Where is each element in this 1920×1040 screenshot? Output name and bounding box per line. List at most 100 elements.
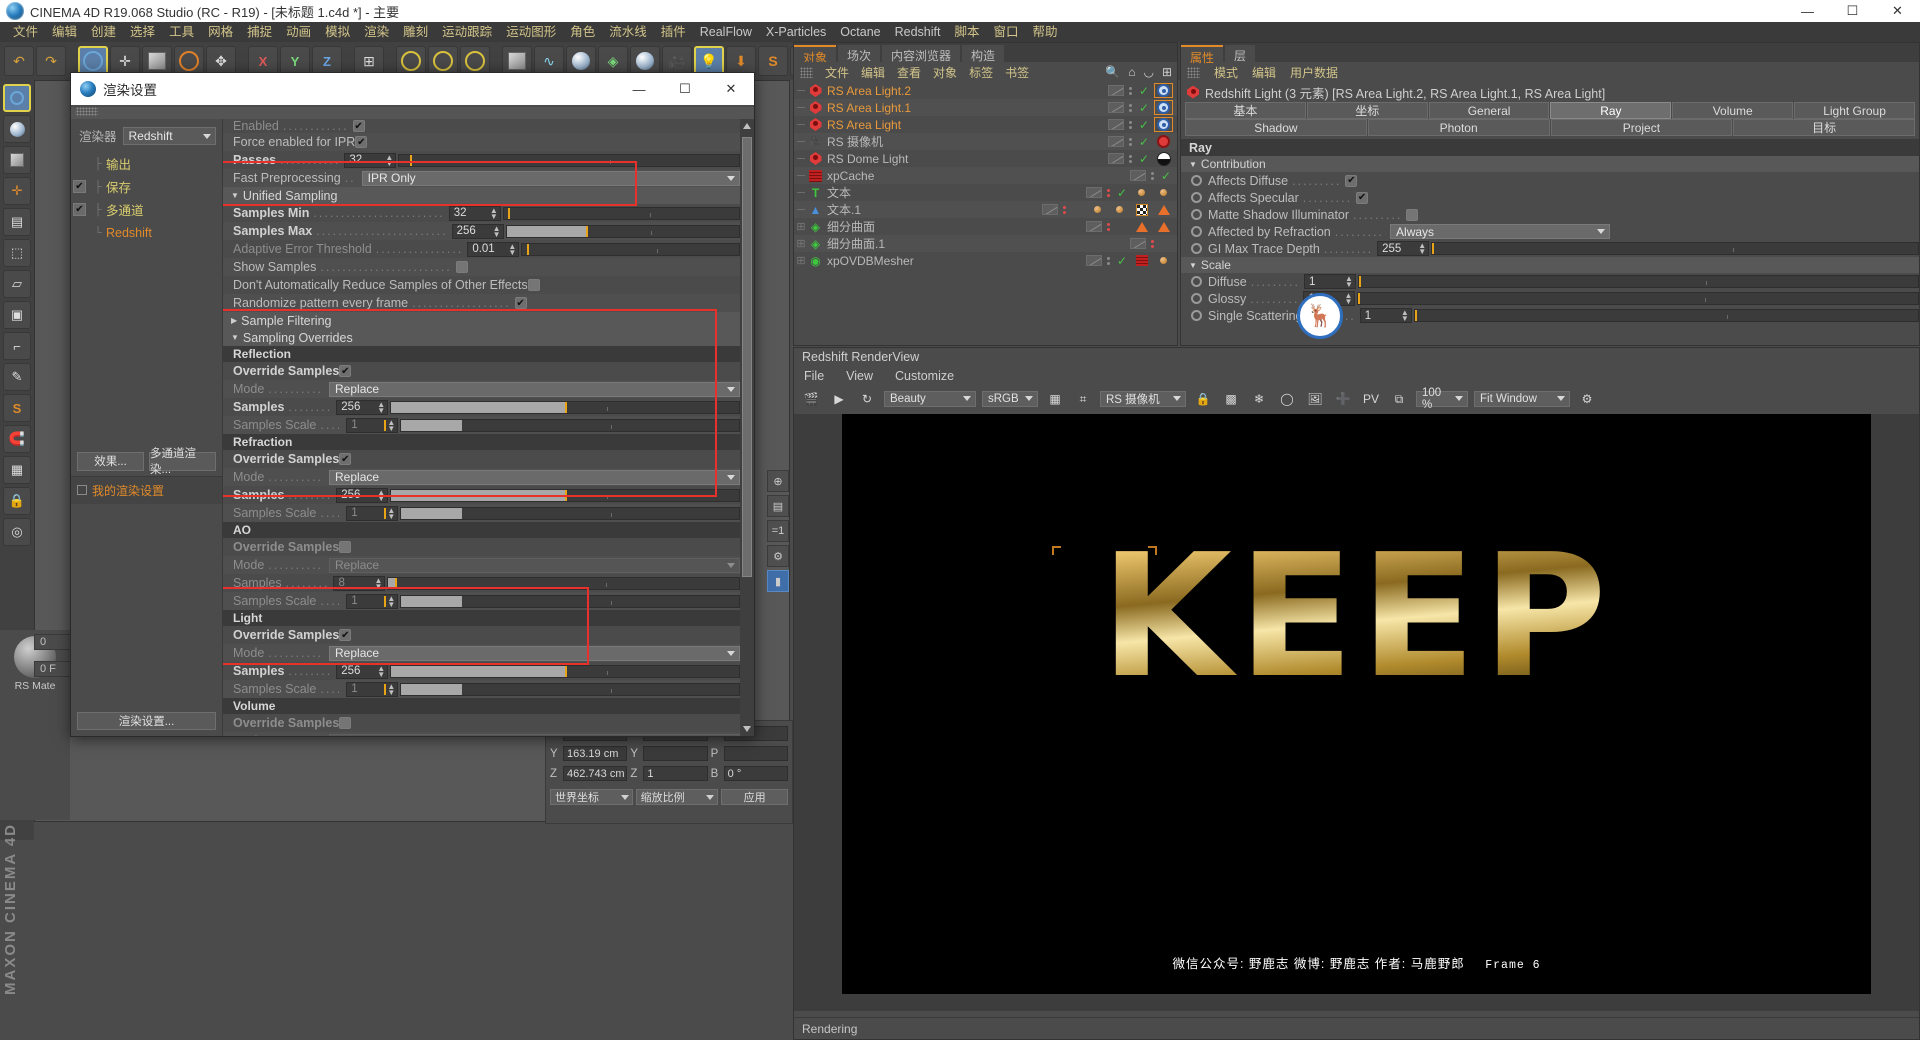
enable-checkmark-icon[interactable]: ✓ [1137,135,1151,149]
undo-button[interactable]: ↶ [4,46,34,76]
visibility-dots[interactable] [1107,256,1110,265]
settings-tree-checkbox-0[interactable] [73,157,86,170]
left-tool-brush[interactable]: ✎ [3,363,31,391]
lock-icon[interactable]: 🔒 [1192,389,1214,409]
rendered-image[interactable]: KEEP 微信公众号: 野鹿志 微博: 野鹿志 作者: 马鹿野郎 Frame 6 [842,414,1871,994]
setting-number-field[interactable]: 1 ▲▼ [346,505,399,521]
attribute-menu-1[interactable]: 编辑 [1252,64,1276,81]
object-manager-tab-3[interactable]: 构造 [962,45,1005,63]
beauty-select[interactable]: Beauty [884,391,976,407]
left-tool-texture[interactable] [3,115,31,143]
layer-swatch[interactable] [1086,187,1102,198]
object-tag-ring-selected[interactable] [1154,100,1173,115]
image-icon[interactable]: 🖼 [1304,389,1326,409]
setting-slider[interactable] [390,488,740,502]
radio-icon[interactable] [1191,192,1202,203]
object-tag-tri[interactable] [1154,219,1173,234]
object-row[interactable]: ─ ▲ 文本.1 [794,201,1177,218]
settings-tree-item-2[interactable]: ✔ ├ 多通道 [71,198,222,221]
rs-minimize-button[interactable]: — [616,73,662,105]
redo-button[interactable]: ↷ [36,46,66,76]
crop-icon[interactable]: ⌗ [1072,389,1094,409]
drag-handle-icon[interactable] [800,66,813,78]
setting-number-field[interactable]: 1 ▲▼ [346,417,399,433]
menu-item-1[interactable]: 编辑 [45,22,84,42]
settings-scrollbar[interactable] [740,119,754,736]
visibility-dots[interactable] [1107,222,1110,231]
setting-checkbox[interactable] [455,261,468,273]
setting-number-field[interactable]: 8 ▲ ▼ [333,575,386,591]
object-tag-ring-selected[interactable] [1154,83,1173,98]
scale-group-header[interactable]: ▼ Scale [1181,257,1919,273]
menu-item-16[interactable]: RealFlow [693,22,759,42]
object-tag-camera[interactable] [1154,134,1173,149]
left-tool-edges[interactable]: ▱ [3,270,31,298]
object-tag-ball[interactable] [1132,185,1151,200]
coord-apply-button[interactable]: 应用 [721,788,789,805]
grid2-icon[interactable]: ▩ [1220,389,1242,409]
spinner-icon[interactable]: ▲ ▼ [387,682,395,696]
menu-item-19[interactable]: Redshift [888,22,948,42]
setting-checkbox[interactable] [339,541,352,553]
attribute-subtab-light-group[interactable]: Light Group [1794,102,1915,119]
spinner-icon[interactable]: ▲ ▼ [387,418,395,432]
unified-sampling-group[interactable]: ▼ Unified Sampling [223,187,740,204]
enable-checkmark-icon[interactable]: ✓ [1137,101,1151,115]
zoom-select[interactable]: 100 % [1416,387,1468,411]
left-tool-axis[interactable]: ⌐ [3,332,31,360]
coord-y-rotation[interactable] [723,746,788,761]
object-list[interactable]: ─ RS Area Light.2 ✓ ─ RS Area Light.1 ✓ ─ RS Ar… [794,82,1177,345]
object-manager-menu-4[interactable]: 标签 [969,64,993,81]
left-tool-magnet[interactable]: 🧲 [3,425,31,453]
attribute-subtab-目标[interactable]: 目标 [1733,119,1915,136]
attribute-menu-2[interactable]: 用户数据 [1290,64,1338,81]
enable-checkmark-icon[interactable]: ✓ [1159,169,1173,183]
setting-slider[interactable] [521,242,740,256]
spinner-icon[interactable]: ▲ ▼ [377,664,385,678]
colorspace-select[interactable]: sRGB [982,391,1038,407]
circle-icon[interactable]: ◯ [1276,389,1298,409]
coord-z-size[interactable]: 1 [643,766,708,781]
menu-item-8[interactable]: 模拟 [318,22,357,42]
copy-icon[interactable]: ⧉ [1388,389,1410,409]
contribution-dropdown[interactable]: Always [1390,224,1611,239]
fit-select[interactable]: Fit Window [1474,391,1570,407]
effects-button[interactable]: 效果... [77,451,144,471]
side-tool-ruler[interactable]: =1 [767,520,789,542]
setting-dropdown[interactable]: Replace [329,381,740,397]
search-icon[interactable]: 🔍 [1105,65,1120,79]
object-tag-ring-selected[interactable] [1154,117,1173,132]
add-icon[interactable]: ⊞ [1162,65,1172,79]
setting-slider[interactable] [502,206,740,220]
render-icon[interactable]: 🎬 [800,389,822,409]
attr-drag-handle-icon[interactable] [1187,66,1200,78]
visibility-dots[interactable] [1129,137,1132,146]
renderer-select[interactable]: Redshift [122,126,216,145]
setting-dropdown[interactable]: IPR Only [361,170,740,186]
object-tag-ball[interactable] [1154,185,1173,200]
layer-swatch[interactable] [1108,85,1124,96]
object-tag-checker[interactable] [1132,202,1151,217]
menu-item-9[interactable]: 渲染 [357,22,396,42]
object-row[interactable]: ─ xpCache ✓ [794,167,1177,184]
side-tool-axis[interactable]: ⊕ [767,470,789,492]
scroll-up-icon[interactable] [743,123,751,129]
spinner-icon[interactable]: ▲ ▼ [490,206,498,220]
setting-number-field[interactable]: 256 ▲ ▼ [336,399,389,415]
visibility-dots[interactable] [1151,239,1154,248]
left-tool-points[interactable]: ⬚ [3,239,31,267]
setting-checkbox[interactable]: ✔ [339,365,352,377]
frame-start-field[interactable]: 0 [34,634,74,650]
object-tag-tri[interactable] [1132,219,1151,234]
attribute-subtab-photon[interactable]: Photon [1367,119,1550,136]
visibility-dots[interactable] [1129,154,1132,163]
coord-y-position[interactable]: 163.19 cm [563,746,628,761]
setting-number-field[interactable]: 256 ▲ ▼ [451,223,504,239]
setting-checkbox[interactable] [339,717,352,729]
menu-item-4[interactable]: 工具 [162,22,201,42]
spinner-icon[interactable]: ▲ ▼ [387,506,395,520]
settings-scroll-area[interactable]: Enabled............ ✔ Force enabled for IP… [223,119,740,736]
layer-swatch[interactable] [1108,102,1124,113]
coord-z-position[interactable]: 462.743 cm [563,766,628,781]
layer-swatch[interactable] [1108,136,1124,147]
